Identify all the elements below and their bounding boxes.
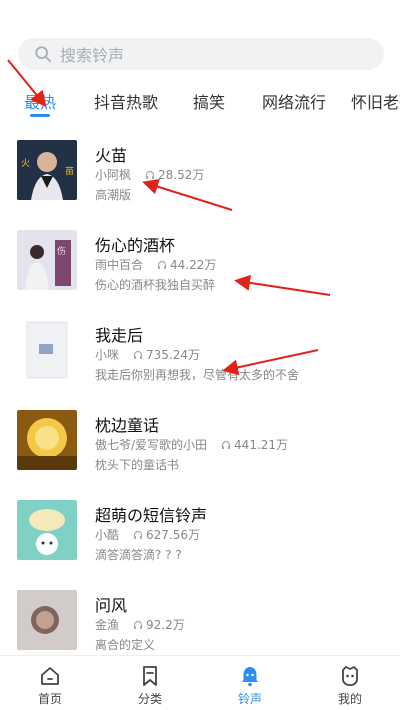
tab-funny[interactable]: 搞笑 [193, 89, 225, 113]
song-title: 我走后 [95, 326, 144, 345]
song-title: 超萌の短信铃声 [95, 506, 208, 525]
cover-image [17, 500, 77, 560]
song-description: 离合的定义 [95, 638, 156, 652]
list-item[interactable]: 枕边童话 傲七爷/爱写歌的小田 441.21万 枕头下的童话书 [0, 400, 400, 484]
song-artist: 小酷 [95, 528, 120, 542]
bookmark-icon [143, 666, 157, 686]
tabbar-ringtone[interactable]: 铃声 [220, 664, 280, 707]
cover-image [17, 320, 77, 380]
headphones-icon [145, 170, 155, 179]
tab-oldies[interactable]: 怀旧老歌 [351, 89, 400, 113]
search-bar[interactable]: 搜索铃声 [18, 38, 384, 70]
song-title: 问风 [95, 596, 128, 615]
cover-image: 火 苗 [17, 140, 77, 200]
song-meta: 雨中百合 44.22万 [95, 256, 216, 273]
face-icon [342, 666, 358, 686]
list-item[interactable]: 问风 金渔 92.2万 离合的定义 [0, 580, 400, 664]
active-tab-indicator [30, 114, 50, 117]
svg-text:苗: 苗 [65, 166, 74, 177]
cover-image [17, 410, 77, 470]
svg-text:伤: 伤 [57, 245, 66, 257]
play-count: 28.52万 [158, 168, 205, 182]
headphones-icon [133, 620, 143, 629]
tabbar-label: 分类 [137, 692, 162, 706]
song-meta: 小咪 735.24万 [95, 346, 200, 363]
headphones-icon [133, 350, 143, 359]
song-description: 枕头下的童话书 [95, 458, 180, 472]
tab-douyin[interactable]: 抖音热歌 [94, 89, 158, 113]
home-icon [41, 667, 59, 685]
tab-hot[interactable]: 最热 [24, 89, 56, 113]
cover-image [17, 590, 77, 650]
tabbar-label: 首页 [37, 692, 62, 706]
song-meta: 小酷 627.56万 [95, 526, 200, 543]
song-meta: 金渔 92.2万 [95, 616, 185, 633]
bell-icon [242, 667, 258, 687]
song-title: 伤心的酒杯 [95, 236, 176, 255]
song-artist: 金渔 [95, 618, 120, 632]
headphones-icon [221, 440, 231, 449]
song-description: 高潮版 [95, 188, 132, 202]
list-item[interactable]: 我走后 小咪 735.24万 我走后你别再想我，尽管有太多的不舍 [0, 310, 400, 394]
song-description: 我走后你别再想我，尽管有太多的不舍 [95, 368, 300, 382]
list-item[interactable]: 火 苗 火苗 小阿枫 28.52万 高潮版 [0, 130, 400, 214]
tabbar-category[interactable]: 分类 [120, 664, 180, 707]
play-count: 92.2万 [146, 618, 185, 632]
headphones-icon [133, 530, 143, 539]
search-icon [35, 46, 52, 63]
play-count: 441.21万 [234, 438, 289, 452]
bottom-tab-bar: 首页 分类 铃声 我的 [0, 655, 400, 710]
tabbar-label: 我的 [337, 692, 362, 706]
song-artist: 雨中百合 [95, 258, 144, 272]
song-artist: 小咪 [95, 348, 120, 362]
tab-internet[interactable]: 网络流行 [262, 89, 326, 113]
tabbar-mine[interactable]: 我的 [320, 664, 380, 707]
search-placeholder: 搜索铃声 [60, 46, 125, 65]
song-artist: 小阿枫 [95, 168, 132, 182]
song-meta: 小阿枫 28.52万 [95, 166, 204, 183]
tabbar-home[interactable]: 首页 [20, 664, 80, 707]
list-item[interactable]: 超萌の短信铃声 小酷 627.56万 滴答滴答滴? ? ? [0, 490, 400, 574]
category-tabs: 最热 抖音热歌 搞笑 网络流行 怀旧老歌 [0, 86, 400, 120]
song-description: 滴答滴答滴? ? ? [95, 548, 182, 562]
song-description: 伤心的酒杯我独自买醉 [95, 278, 216, 292]
song-title: 火苗 [95, 146, 128, 165]
cover-image: 伤 [17, 230, 77, 290]
list-item[interactable]: 伤 伤心的酒杯 雨中百合 44.22万 伤心的酒杯我独自买醉 [0, 220, 400, 304]
song-artist: 傲七爷/爱写歌的小田 [95, 438, 208, 452]
play-count: 44.22万 [170, 258, 217, 272]
play-count: 735.24万 [146, 348, 201, 362]
song-title: 枕边童话 [95, 416, 160, 435]
play-count: 627.56万 [146, 528, 201, 542]
svg-text:火: 火 [21, 158, 30, 169]
song-meta: 傲七爷/爱写歌的小田 441.21万 [95, 436, 288, 453]
tabbar-label: 铃声 [237, 692, 262, 706]
headphones-icon [157, 260, 167, 269]
